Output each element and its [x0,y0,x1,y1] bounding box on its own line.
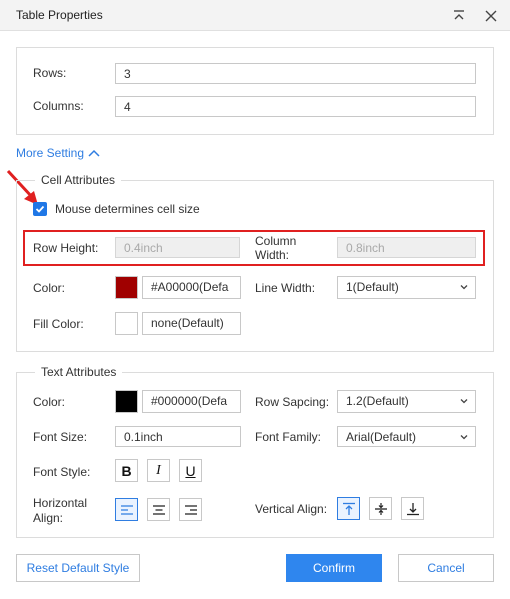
font-family-label: Font Family: [255,430,322,444]
underline-button[interactable]: U [179,459,202,482]
fill-color-swatch[interactable] [115,312,138,335]
italic-button[interactable]: I [147,459,170,482]
line-width-label: Line Width: [255,281,316,295]
text-color-swatch[interactable] [115,390,138,413]
text-color-input[interactable]: #000000(Defa [142,390,241,413]
italic-icon: I [156,462,161,478]
row-spacing-value: 1.2(Default) [346,394,409,408]
collapse-icon [454,10,464,20]
bold-button[interactable]: B [115,459,138,482]
valign-middle-button[interactable] [369,497,392,520]
font-size-input[interactable]: 0.1inch [115,426,241,447]
valign-middle-icon [374,502,387,515]
h-align-label-line2: Align: [33,511,64,525]
row-height-label: Row Height: [33,241,99,255]
columns-label: Columns: [33,99,84,113]
chevron-down-icon [460,399,468,404]
column-width-label-line2: Width: [255,248,290,262]
align-left-button[interactable] [115,498,138,521]
chevron-down-icon [460,435,468,440]
close-button[interactable] [481,6,501,26]
row-spacing-label: Row Sapcing: [255,395,330,409]
text-attributes-legend: Text Attributes [35,365,123,379]
align-center-button[interactable] [147,498,170,521]
rows-input[interactable]: 3 [115,63,476,84]
line-width-select[interactable]: 1(Default) [337,276,476,299]
mouse-size-checkbox[interactable] [33,202,47,216]
v-align-label: Vertical Align: [255,502,328,516]
more-setting-label: More Setting [16,146,85,160]
fill-color-label: Fill Color: [33,317,84,331]
column-width-label-line1: Column [255,234,297,248]
cancel-button[interactable]: Cancel [398,554,494,582]
chevron-down-icon [460,285,468,290]
text-color-label: Color: [33,395,66,409]
cell-color-input[interactable]: #A00000(Defa [142,276,241,299]
chevron-up-icon [88,149,100,157]
align-right-icon [184,504,197,515]
collapse-button[interactable] [449,6,469,26]
valign-top-icon [342,502,355,515]
confirm-button[interactable]: Confirm [286,554,382,582]
reset-default-style-button[interactable]: Reset Default Style [16,554,140,582]
dialog-title: Table Properties [16,8,103,22]
font-style-label: Font Style: [33,465,91,479]
checkmark-icon [35,205,45,213]
row-spacing-select[interactable]: 1.2(Default) [337,390,476,413]
font-family-select[interactable]: Arial(Default) [337,426,476,447]
font-size-label: Font Size: [33,430,88,444]
close-icon [485,10,497,22]
cell-color-swatch[interactable] [115,276,138,299]
rows-label: Rows: [33,66,67,80]
align-right-button[interactable] [179,498,202,521]
font-family-value: Arial(Default) [346,430,417,444]
column-width-input: 0.8inch [337,237,476,258]
h-align-label-line1: Horizontal [33,496,88,510]
table-size-group [16,47,494,135]
cell-color-label: Color: [33,281,66,295]
underline-icon: U [185,462,196,479]
align-left-icon [120,504,133,515]
line-width-value: 1(Default) [346,280,399,294]
row-height-input: 0.4inch [115,237,240,258]
more-setting-toggle[interactable]: More Setting [16,146,100,160]
valign-bottom-icon [406,502,419,515]
mouse-size-label: Mouse determines cell size [55,202,200,216]
valign-bottom-button[interactable] [401,497,424,520]
valign-top-button[interactable] [337,497,360,520]
bold-icon: B [121,462,132,479]
align-center-icon [152,504,165,515]
fill-color-input[interactable]: none(Default) [142,312,241,335]
title-bar: Table Properties [0,0,510,31]
cell-attributes-legend: Cell Attributes [35,173,122,187]
columns-input[interactable]: 4 [115,96,476,117]
